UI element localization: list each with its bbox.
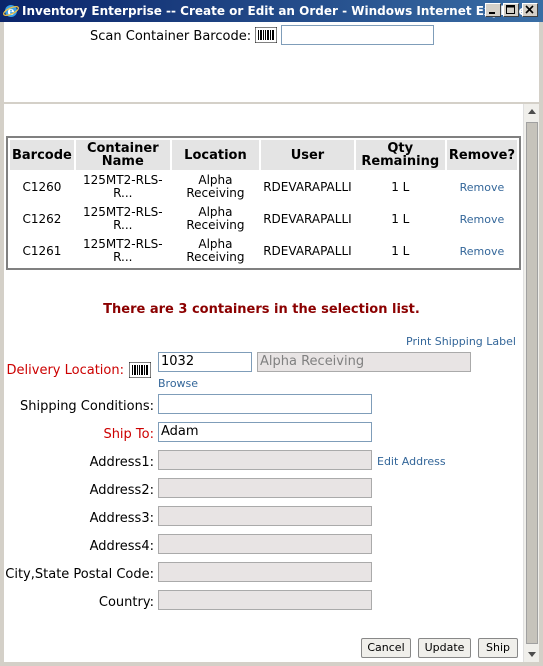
maximize-button[interactable] (503, 3, 519, 17)
delivery-location-code-input[interactable]: 1032 (158, 352, 252, 372)
table-row: C1260 125MT2-RLS- R... Alpha Receiving RDE… (10, 172, 517, 202)
shipping-conditions-input[interactable] (158, 394, 372, 414)
ship-button[interactable]: Ship (478, 638, 518, 658)
scan-barcode-input[interactable] (281, 25, 434, 45)
minimize-icon (489, 12, 495, 14)
location-cell: Alpha Receiving (186, 173, 245, 200)
update-button[interactable]: Update (418, 638, 471, 658)
col-remove-header: Remove? (446, 140, 517, 170)
city-state-postal-field (158, 562, 372, 582)
address2-label: Address2: (89, 483, 154, 498)
shipping-conditions-label: Shipping Conditions: (19, 399, 154, 414)
arrow-down-icon (528, 652, 536, 657)
window-title-bar: e Inventory Enterprise -- Create or Edit… (0, 0, 543, 22)
order-frame: Barcode Container Name Location User Qty… (4, 104, 539, 662)
address1-label: Address1: (89, 455, 154, 470)
col-location-header: Location (171, 140, 260, 170)
barcode-icon[interactable] (129, 362, 151, 378)
qty-cell: 1 L (391, 211, 410, 226)
close-button[interactable] (522, 3, 538, 17)
remove-link[interactable]: Remove (460, 245, 505, 258)
delivery-location-name-field: Alpha Receiving (257, 352, 471, 372)
address1-field (158, 450, 372, 470)
remove-link[interactable]: Remove (460, 213, 505, 226)
container-selection-table: Barcode Container Name Location User Qty… (6, 136, 521, 270)
browse-link[interactable]: Browse (158, 377, 198, 390)
close-icon (525, 5, 534, 14)
city-state-postal-label: City,State Postal Code: (5, 567, 154, 582)
container-name-cell: 125MT2-RLS- R... (83, 205, 163, 232)
address3-field (158, 506, 372, 526)
barcode-cell: C1261 (22, 243, 62, 258)
arrow-up-icon (528, 109, 536, 114)
user-cell: RDEVARAPALLI (263, 179, 352, 194)
country-label: Country: (98, 595, 154, 610)
scan-frame: Scan Container Barcode: (4, 22, 539, 102)
container-name-cell: 125MT2-RLS- R... (83, 173, 163, 200)
selection-count-message: There are 3 containers in the selection … (103, 302, 420, 317)
user-cell: RDEVARAPALLI (263, 211, 352, 226)
table-header-row: Barcode Container Name Location User Qty… (10, 140, 517, 170)
user-cell: RDEVARAPALLI (263, 243, 352, 258)
barcode-cell: C1260 (22, 179, 62, 194)
qty-cell: 1 L (391, 243, 410, 258)
ship-to-input[interactable]: Adam (158, 422, 372, 442)
location-cell: Alpha Receiving (186, 237, 245, 264)
table-row: C1262 125MT2-RLS- R... Alpha Receiving RDE… (10, 204, 517, 234)
barcode-cell: C1262 (22, 211, 62, 226)
print-shipping-label-link[interactable]: Print Shipping Label (406, 335, 516, 348)
container-name-cell: 125MT2-RLS- R... (83, 237, 163, 264)
remove-cell: Remove (447, 172, 517, 202)
remove-link[interactable]: Remove (460, 181, 505, 194)
minimize-button[interactable] (485, 3, 501, 17)
cancel-button[interactable]: Cancel (361, 638, 411, 658)
window-title: Inventory Enterprise -- Create or Edit a… (22, 4, 533, 18)
table-row: C1261 125MT2-RLS- R... Alpha Receiving RDE… (10, 236, 517, 266)
barcode-icon[interactable] (255, 27, 277, 43)
delivery-location-label: Delivery Location: (6, 363, 124, 378)
scan-container-barcode-label: Scan Container Barcode: (90, 29, 252, 44)
scroll-up-button[interactable] (524, 104, 539, 120)
edit-address-link[interactable]: Edit Address (377, 455, 446, 468)
qty-cell: 1 L (391, 179, 410, 194)
col-barcode-header: Barcode (10, 140, 74, 170)
remove-cell: Remove (447, 236, 517, 266)
vertical-scrollbar[interactable] (523, 104, 539, 662)
address4-label: Address4: (89, 539, 154, 554)
maximize-icon (506, 5, 515, 14)
col-qty-remaining-header: Qty Remaining (355, 140, 445, 170)
internet-explorer-icon: e (3, 5, 19, 18)
col-container-name-header: Container Name (75, 140, 170, 170)
remove-cell: Remove (447, 204, 517, 234)
col-user-header: User (261, 140, 354, 170)
address4-field (158, 534, 372, 554)
ship-to-label: Ship To: (103, 427, 154, 442)
scrollbar-thumb[interactable] (526, 122, 538, 644)
country-field (158, 590, 372, 610)
scroll-down-button[interactable] (524, 646, 539, 662)
address2-field (158, 478, 372, 498)
location-cell: Alpha Receiving (186, 205, 245, 232)
address3-label: Address3: (89, 511, 154, 526)
